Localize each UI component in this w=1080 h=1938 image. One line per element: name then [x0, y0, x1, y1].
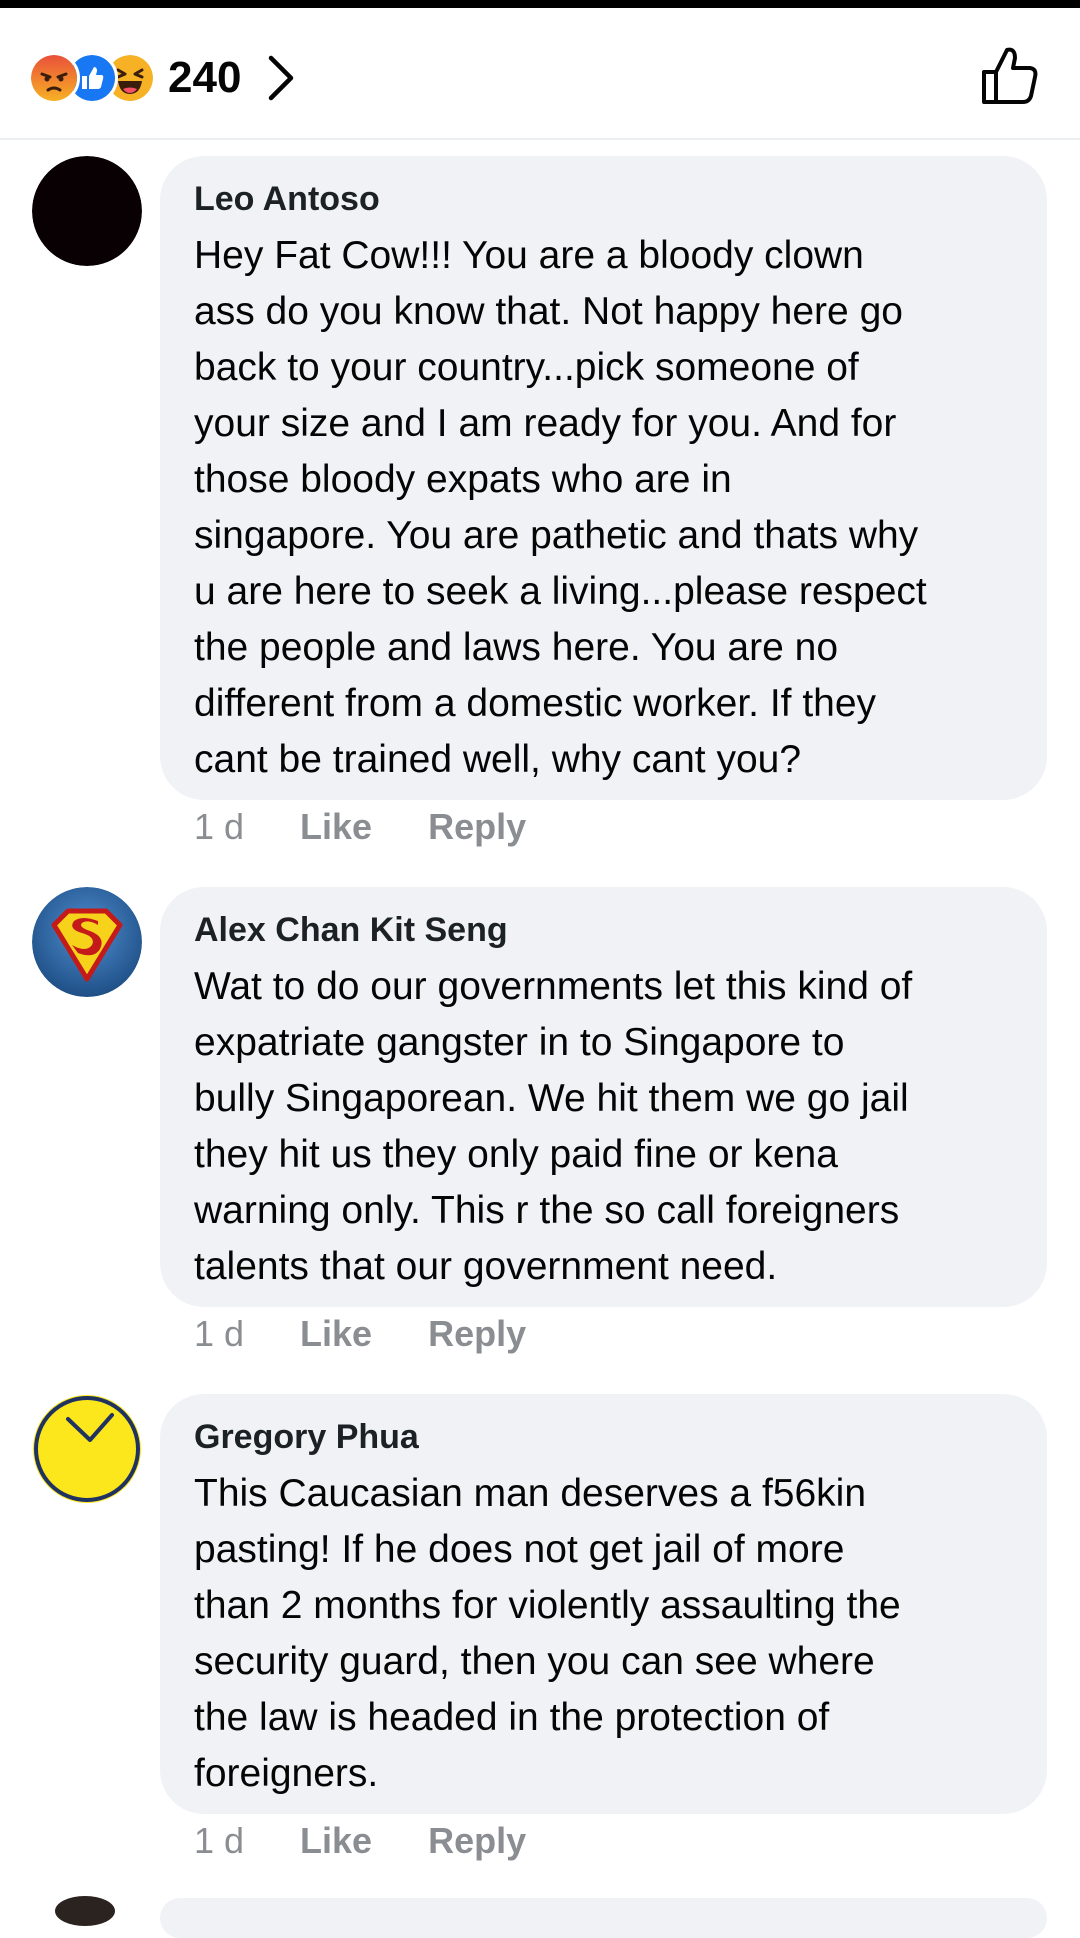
reply-button[interactable]: Reply	[428, 1313, 526, 1355]
avatar[interactable]	[32, 1394, 142, 1504]
comment-actions: 1 d Like Reply	[194, 1820, 526, 1862]
comment-author[interactable]: Alex Chan Kit Seng	[194, 909, 1017, 951]
comment-author[interactable]: Leo Antoso	[194, 178, 1017, 220]
avatar[interactable]	[32, 156, 142, 266]
comment-bubble[interactable]: Alex Chan Kit Seng Wat to do our governm…	[160, 887, 1047, 1307]
comment-timestamp[interactable]: 1 d	[194, 1313, 244, 1355]
avatar[interactable]	[32, 887, 142, 997]
chevron-right-icon	[269, 55, 294, 101]
angry-icon	[28, 52, 80, 104]
black-circle-avatar	[32, 156, 142, 266]
like-button[interactable]: Like	[300, 1820, 372, 1862]
like-outline-icon[interactable]	[980, 44, 1040, 108]
comment-bubble[interactable]: Leo Antoso Hey Fat Cow!!! You are a bloo…	[160, 156, 1047, 800]
superman-logo-avatar	[32, 887, 142, 997]
reactions-header: 240	[0, 8, 1080, 140]
reactions-summary-button[interactable]: 240	[28, 48, 299, 108]
status-bar-strip	[0, 0, 1080, 8]
comment-actions: 1 d Like Reply	[194, 806, 526, 848]
comment-text: This Caucasian man deserves a f56kin pas…	[194, 1472, 901, 1795]
comment-timestamp[interactable]: 1 d	[194, 806, 244, 848]
like-button[interactable]: Like	[300, 1313, 372, 1355]
like-button[interactable]: Like	[300, 806, 372, 848]
reaction-count: 240	[168, 53, 242, 102]
comment-timestamp[interactable]: 1 d	[194, 1820, 244, 1862]
reply-button[interactable]: Reply	[428, 1820, 526, 1862]
comment-bubble[interactable]: Gregory Phua This Caucasian man deserves…	[160, 1394, 1047, 1814]
comment-author[interactable]: Gregory Phua	[194, 1416, 1017, 1458]
comment-text: Hey Fat Cow!!! You are a bloody clown as…	[194, 234, 927, 781]
next-comment-avatar	[55, 1896, 115, 1926]
yellow-clock-avatar	[33, 1395, 141, 1503]
reply-button[interactable]: Reply	[428, 806, 526, 848]
comment-text: Wat to do our governments let this kind …	[194, 965, 913, 1288]
comment-actions: 1 d Like Reply	[194, 1313, 526, 1355]
next-comment-bubble	[160, 1898, 1047, 1938]
